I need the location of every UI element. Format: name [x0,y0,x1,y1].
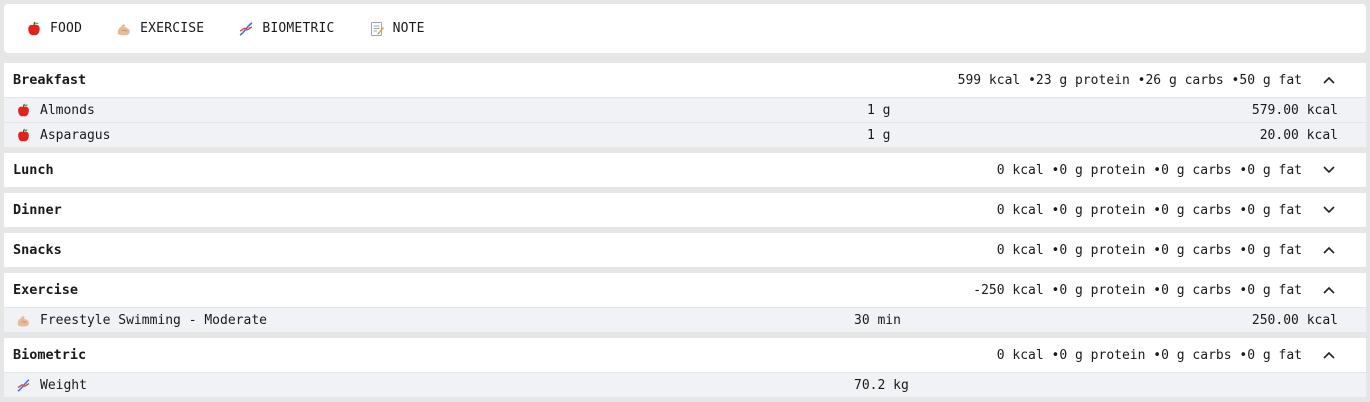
dna-icon [238,21,254,37]
section-summary: 599 kcal •23 g protein •26 g carbs •50 g… [957,72,1302,88]
memo-icon [369,21,385,37]
section-summary: 0 kcal •0 g protein •0 g carbs •0 g fat [996,347,1302,363]
list-item[interactable]: Freestyle Swimming - Moderate 30 min 250… [4,307,1366,332]
note-button-label: NOTE [392,21,425,36]
chevron-up-icon[interactable] [1322,243,1336,257]
apple-icon [26,21,42,37]
note-button[interactable]: NOTE [369,14,425,44]
list-item[interactable]: Weight 70.2 kg [4,372,1366,397]
item-kcal: 579.00 kcal [1251,102,1338,118]
section-summary: 0 kcal •0 g protein •0 g carbs •0 g fat [996,202,1302,218]
item-quantity: 30 min [854,312,901,328]
section-title: Breakfast [13,72,87,88]
flexed-arm-icon [15,312,31,328]
breakfast-section: Breakfast 599 kcal •23 g protein •26 g c… [4,63,1366,147]
add-entry-toolbar: FOOD EXERCISE BIOMETRIC NOTE [4,4,1366,53]
item-name: Almonds [40,102,95,118]
item-quantity: 70.2 kg [854,377,909,393]
biometric-header[interactable]: Biometric 0 kcal •0 g protein •0 g carbs… [4,338,1366,372]
item-name: Asparagus [40,127,111,143]
biometric-button[interactable]: BIOMETRIC [238,14,334,44]
snacks-header[interactable]: Snacks 0 kcal •0 g protein •0 g carbs •0… [4,233,1366,267]
dna-icon [15,377,31,393]
item-name: Weight [40,377,87,393]
breakfast-header[interactable]: Breakfast 599 kcal •23 g protein •26 g c… [4,63,1366,97]
chevron-up-icon[interactable] [1322,283,1336,297]
exercise-section: Exercise -250 kcal •0 g protein •0 g car… [4,273,1366,332]
snacks-section: Snacks 0 kcal •0 g protein •0 g carbs •0… [4,233,1366,267]
dinner-header[interactable]: Dinner 0 kcal •0 g protein •0 g carbs •0… [4,193,1366,227]
section-title: Lunch [13,162,54,178]
food-button-label: FOOD [50,21,83,36]
list-item[interactable]: Almonds 1 g 579.00 kcal [4,97,1366,122]
biometric-button-label: BIOMETRIC [262,21,335,36]
apple-icon [15,127,31,143]
chevron-up-icon[interactable] [1322,348,1336,362]
biometric-section: Biometric 0 kcal •0 g protein •0 g carbs… [4,338,1366,397]
item-name: Freestyle Swimming - Moderate [40,312,267,328]
section-summary: 0 kcal •0 g protein •0 g carbs •0 g fat [996,242,1302,258]
food-button[interactable]: FOOD [26,14,82,44]
exercise-header[interactable]: Exercise -250 kcal •0 g protein •0 g car… [4,273,1366,307]
section-title: Dinner [13,202,62,218]
section-title: Snacks [13,242,62,258]
flexed-arm-icon [116,21,132,37]
list-item[interactable]: Asparagus 1 g 20.00 kcal [4,122,1366,147]
item-kcal: 20.00 kcal [1259,127,1338,143]
section-summary: -250 kcal •0 g protein •0 g carbs •0 g f… [973,282,1302,298]
section-summary: 0 kcal •0 g protein •0 g carbs •0 g fat [996,162,1302,178]
chevron-down-icon[interactable] [1322,203,1336,217]
lunch-header[interactable]: Lunch 0 kcal •0 g protein •0 g carbs •0 … [4,153,1366,187]
section-title: Biometric [13,347,87,363]
item-quantity: 1 g [867,102,891,118]
apple-icon [15,102,31,118]
chevron-down-icon[interactable] [1322,163,1336,177]
exercise-button-label: EXERCISE [140,21,205,36]
dinner-section: Dinner 0 kcal •0 g protein •0 g carbs •0… [4,193,1366,227]
section-title: Exercise [13,282,79,298]
item-quantity: 1 g [867,127,891,143]
exercise-button[interactable]: EXERCISE [116,14,204,44]
lunch-section: Lunch 0 kcal •0 g protein •0 g carbs •0 … [4,153,1366,187]
chevron-up-icon[interactable] [1322,73,1336,87]
food-log-app: FOOD EXERCISE BIOMETRIC NOTE Breakfast 5… [0,0,1370,402]
item-kcal: 250.00 kcal [1251,312,1338,328]
